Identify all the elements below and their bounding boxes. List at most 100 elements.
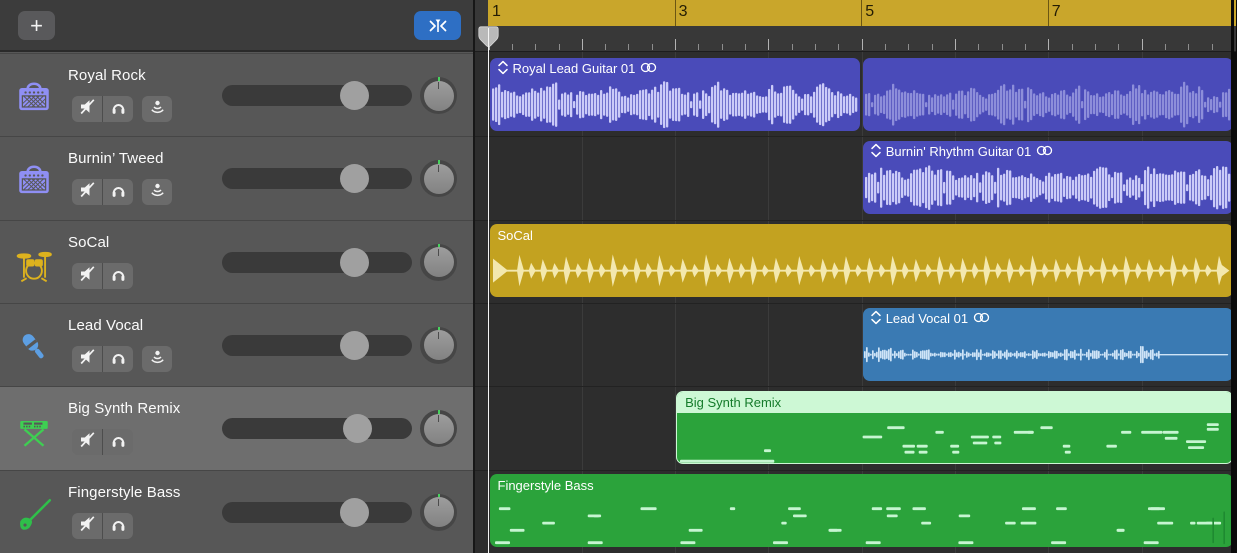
- volume-slider[interactable]: [222, 502, 412, 523]
- stereo-icon: [1036, 144, 1053, 159]
- tracks-timeline-area: Royal Lead Guitar 01 Burnin' Rhythm Guita…: [473, 0, 1234, 553]
- headphones-icon: [109, 97, 128, 121]
- region-socal[interactable]: SoCal: [490, 224, 1233, 297]
- input-monitoring-icon: [148, 180, 167, 204]
- transpose-icon: [871, 143, 881, 161]
- solo-button[interactable]: [102, 96, 133, 122]
- volume-slider[interactable]: [222, 418, 412, 439]
- pan-knob[interactable]: [420, 244, 457, 281]
- pan-knob[interactable]: [420, 410, 457, 447]
- ruler-tick: [838, 44, 839, 50]
- pan-knob-pointer: [438, 82, 440, 89]
- mute-button[interactable]: [72, 346, 102, 372]
- audio-waveform: [864, 330, 1232, 381]
- transpose-icon: [871, 310, 881, 328]
- mute-button[interactable]: [72, 513, 102, 539]
- mute-button[interactable]: [72, 263, 102, 289]
- region-loop-continuation[interactable]: [863, 58, 1233, 131]
- volume-slider-handle[interactable]: [340, 248, 369, 277]
- mute-button[interactable]: [72, 96, 102, 122]
- track-header-royal-rock[interactable]: Royal Rock: [0, 53, 473, 136]
- timeline-ruler[interactable]: 1357: [475, 0, 1236, 52]
- ruler-tick: [628, 44, 629, 50]
- timeline-right-edge: [1231, 0, 1234, 553]
- track-name: SoCal: [68, 234, 109, 251]
- volume-slider-handle[interactable]: [340, 81, 369, 110]
- pan-knob[interactable]: [420, 327, 457, 364]
- region-label-text: Fingerstyle Bass: [498, 478, 594, 493]
- region-label-text: Royal Lead Guitar 01: [513, 61, 636, 76]
- input-monitoring-button[interactable]: [142, 179, 172, 205]
- ruler-tick: [1118, 44, 1119, 50]
- volume-slider[interactable]: [222, 252, 412, 273]
- bass-guitar-icon: [15, 496, 53, 534]
- playhead-line[interactable]: [488, 28, 490, 553]
- cycle-region-bar[interactable]: 1357: [488, 0, 1236, 26]
- input-monitoring-icon: [148, 347, 167, 371]
- ruler-tick: [1212, 44, 1213, 50]
- pan-knob[interactable]: [420, 494, 457, 531]
- solo-button[interactable]: [102, 346, 133, 372]
- track-header-fingerstyle-bass[interactable]: Fingerstyle Bass: [0, 470, 473, 553]
- pan-knob[interactable]: [420, 160, 457, 197]
- volume-slider[interactable]: [222, 85, 412, 106]
- mute-icon: [78, 264, 97, 288]
- track-header-big-synth-remix[interactable]: Big Synth Remix: [0, 386, 473, 469]
- volume-slider[interactable]: [222, 168, 412, 189]
- pan-knob[interactable]: [420, 77, 457, 114]
- region-big-synth-remix[interactable]: Big Synth Remix: [676, 391, 1233, 464]
- ruler-tick: [1165, 44, 1166, 50]
- midi-notes: [491, 496, 1232, 547]
- ruler-tick: [559, 44, 560, 50]
- solo-button[interactable]: [102, 429, 133, 455]
- region-burnin-rhythm-guitar-01[interactable]: Burnin' Rhythm Guitar 01: [863, 141, 1233, 214]
- headphones-icon: [109, 430, 128, 454]
- ruler-tick: [885, 44, 886, 50]
- guitar-amp-icon: [15, 79, 53, 117]
- track-header-socal[interactable]: SoCal: [0, 220, 473, 303]
- input-monitoring-button[interactable]: [142, 346, 172, 372]
- volume-slider-handle[interactable]: [340, 498, 369, 527]
- headphones-icon: [109, 180, 128, 204]
- add-track-button[interactable]: +: [18, 11, 55, 40]
- mute-icon: [78, 180, 97, 204]
- solo-button[interactable]: [102, 263, 133, 289]
- region-label: Royal Lead Guitar 01: [498, 61, 658, 77]
- volume-slider[interactable]: [222, 335, 412, 356]
- ruler-bar-number: 3: [679, 3, 688, 21]
- ruler-tick: [908, 44, 909, 50]
- region-label: Lead Vocal 01: [871, 311, 990, 327]
- region-lead-vocal-01[interactable]: Lead Vocal 01: [863, 308, 1233, 381]
- track-lane-separator: [475, 136, 1231, 137]
- volume-slider-handle[interactable]: [343, 414, 372, 443]
- mute-button[interactable]: [72, 429, 102, 455]
- ruler-tick: [512, 44, 513, 50]
- catch-playhead-button[interactable]: [414, 11, 461, 40]
- mute-icon: [78, 97, 97, 121]
- ruler-bar-separator: [1048, 0, 1049, 26]
- ruler-tick: [722, 44, 723, 50]
- volume-slider-handle[interactable]: [340, 331, 369, 360]
- headphones-icon: [109, 514, 128, 538]
- region-royal-lead-guitar-01[interactable]: Royal Lead Guitar 01: [490, 58, 860, 131]
- ruler-tick: [1002, 44, 1003, 50]
- ruler-tick: [932, 44, 933, 50]
- track-header-lead-vocal[interactable]: Lead Vocal: [0, 303, 473, 386]
- mute-button[interactable]: [72, 179, 102, 205]
- ruler-tick: [698, 44, 699, 50]
- region-fingerstyle-bass[interactable]: Fingerstyle Bass: [490, 474, 1233, 547]
- stereo-icon: [973, 311, 990, 326]
- mute-icon: [78, 347, 97, 371]
- volume-slider-handle[interactable]: [340, 164, 369, 193]
- solo-button[interactable]: [102, 179, 133, 205]
- stereo-icon: [640, 61, 657, 76]
- solo-button[interactable]: [102, 513, 133, 539]
- region-label-text: Big Synth Remix: [685, 395, 781, 410]
- track-header-burnin-tweed[interactable]: Burnin’ Tweed: [0, 136, 473, 219]
- ruler-tick: [1188, 44, 1189, 50]
- ruler-bar-separator: [675, 0, 676, 26]
- ruler-tick: [535, 44, 536, 50]
- input-monitoring-button[interactable]: [142, 96, 172, 122]
- ruler-tick: [652, 44, 653, 50]
- region-label-text: Burnin' Rhythm Guitar 01: [886, 144, 1032, 159]
